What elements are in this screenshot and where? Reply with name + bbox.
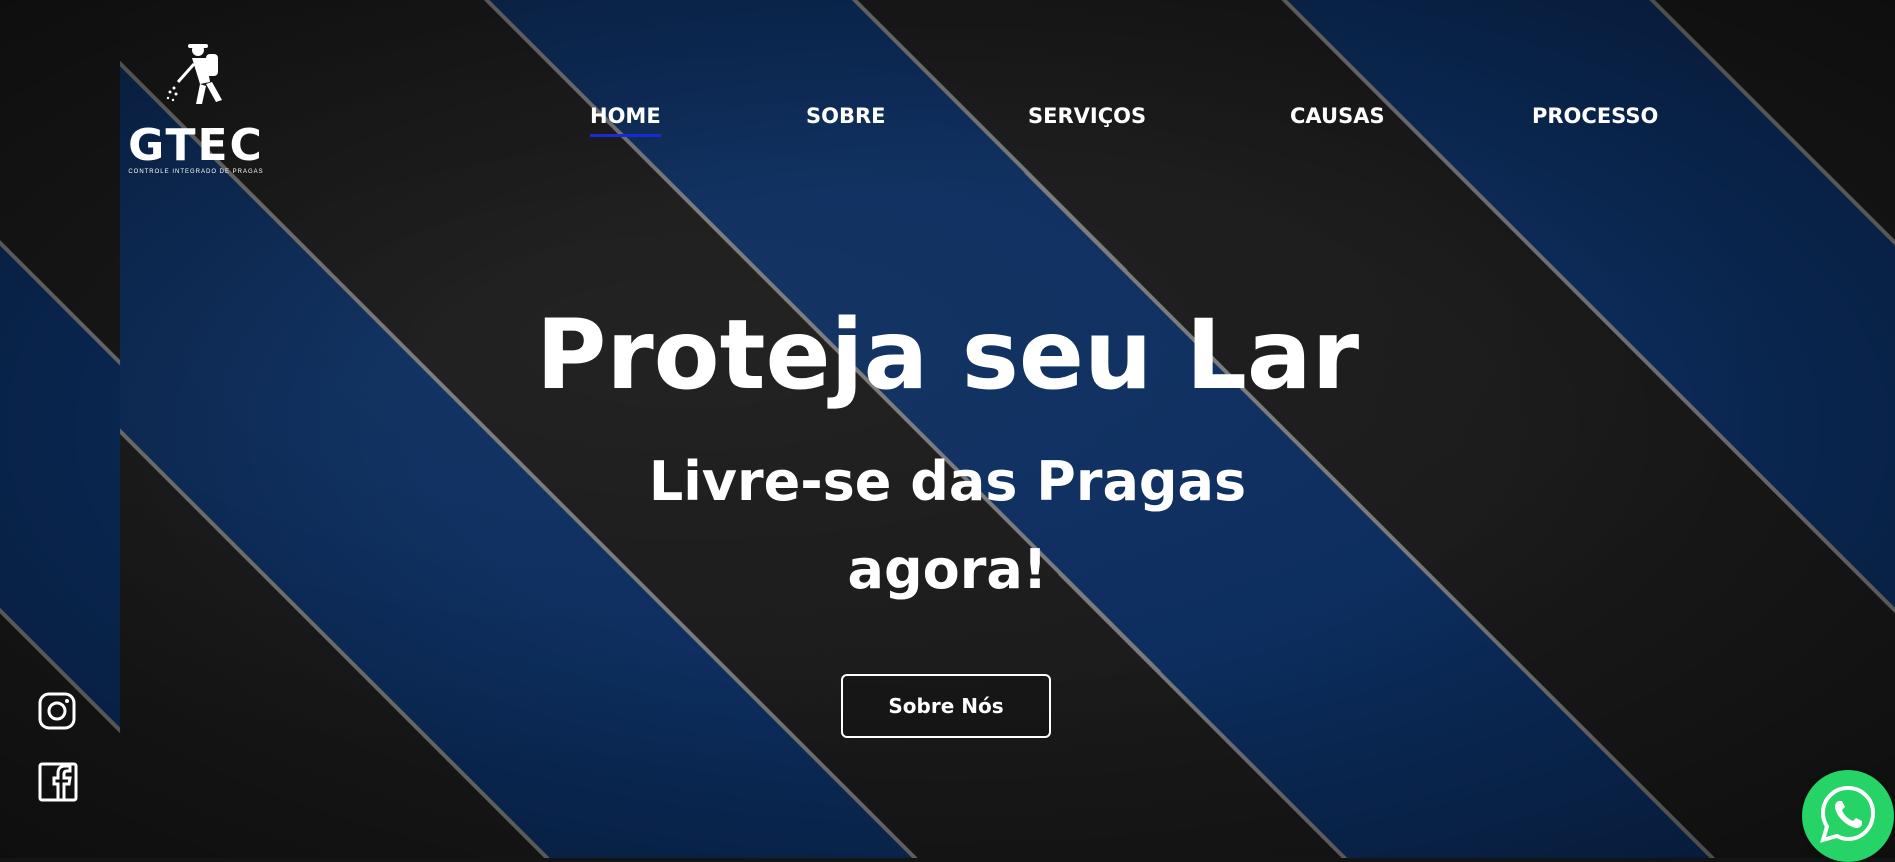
nav-item-causas[interactable]: CAUSAS bbox=[1290, 104, 1385, 134]
instagram-icon bbox=[38, 692, 76, 730]
nav-item-servicos[interactable]: SERVIÇOS bbox=[1028, 104, 1146, 134]
instagram-link[interactable] bbox=[38, 692, 76, 734]
main-nav: HOME SOBRE SERVIÇOS CAUSAS PROCESSO bbox=[0, 104, 1895, 144]
hero-subtitle: Livre-se das Pragas agora! bbox=[0, 438, 1895, 614]
hero-title: Proteja seu Lar bbox=[535, 299, 1360, 411]
hero-subtitle-line2: agora! bbox=[847, 538, 1048, 601]
facebook-icon bbox=[38, 762, 78, 802]
facebook-link[interactable] bbox=[38, 762, 78, 806]
nav-item-home[interactable]: HOME bbox=[590, 104, 661, 137]
logo-tagline: CONTROLE INTEGRADO DE PRAGAS bbox=[128, 169, 264, 175]
hero-subtitle-line1: Livre-se das Pragas bbox=[648, 450, 1247, 513]
about-us-button[interactable]: Sobre Nós bbox=[841, 674, 1051, 738]
whatsapp-button[interactable] bbox=[1802, 770, 1894, 862]
nav-item-processo[interactable]: PROCESSO bbox=[1532, 104, 1658, 134]
whatsapp-icon bbox=[1820, 785, 1876, 843]
nav-item-sobre[interactable]: SOBRE bbox=[806, 104, 886, 134]
